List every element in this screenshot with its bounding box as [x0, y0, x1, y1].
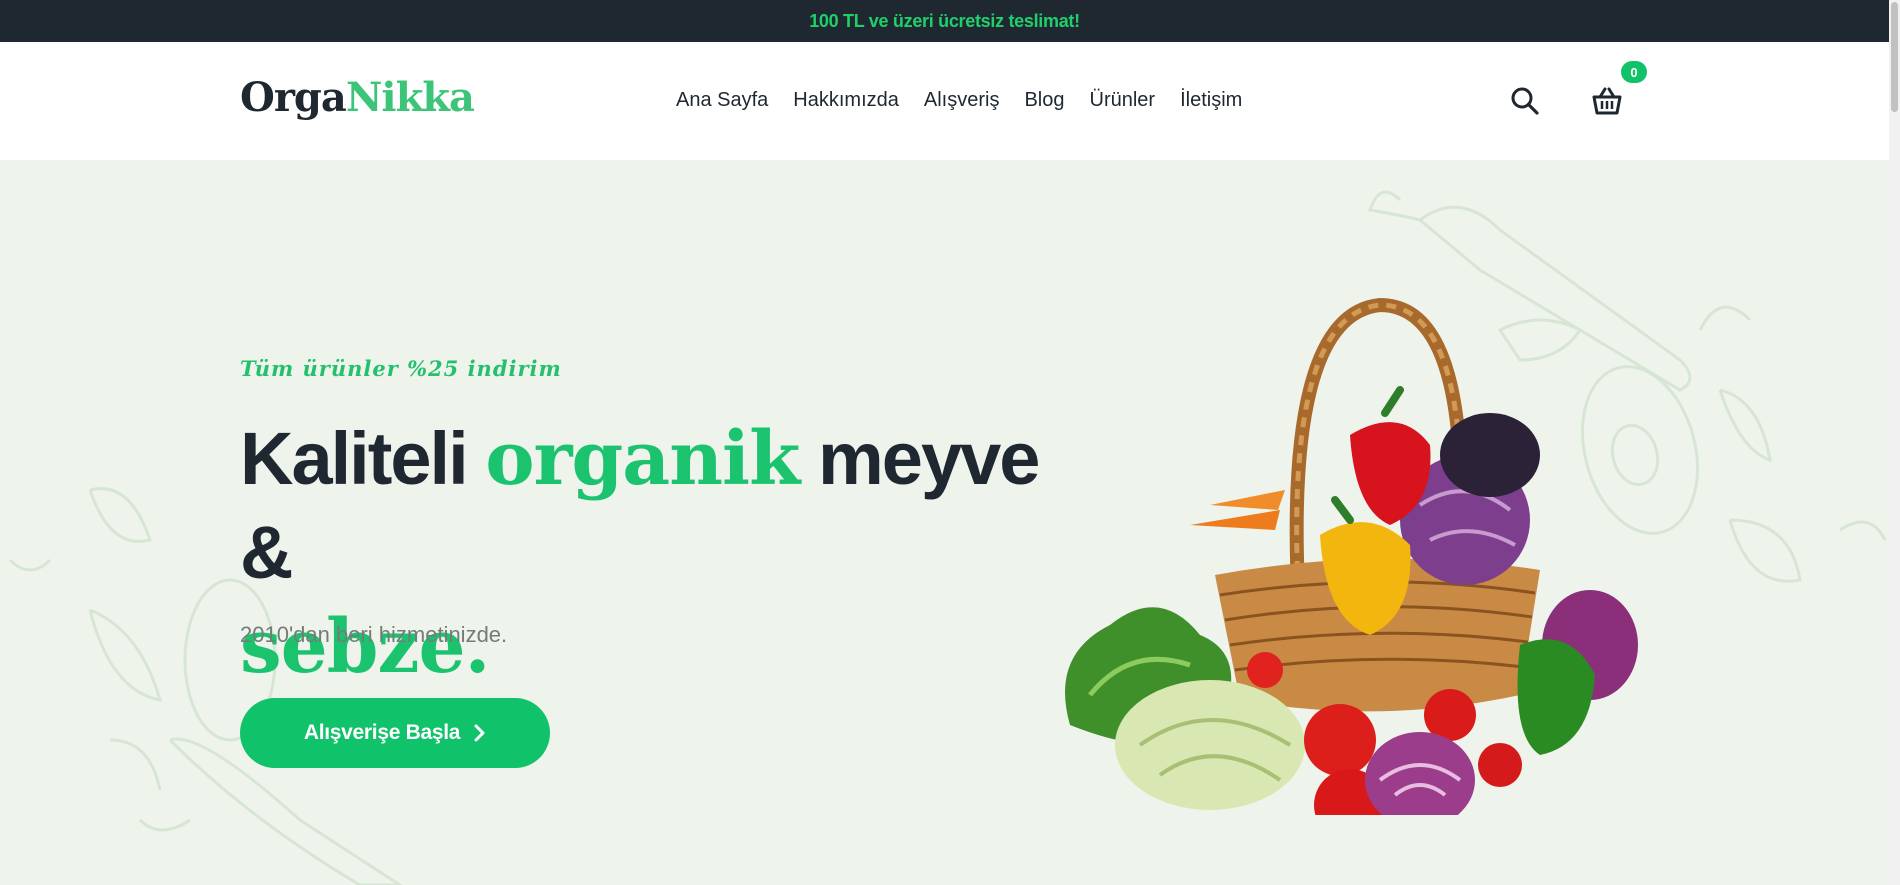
basket-icon [1592, 87, 1622, 115]
scrollbar-thumb[interactable] [1891, 2, 1898, 112]
main-nav: Ana Sayfa Hakkımızda Alışveriş Blog Ürün… [676, 89, 1267, 112]
free-delivery-text: 100 TL ve üzeri ücretsiz teslimat! [809, 10, 1080, 31]
logo-part-2: Nikka [345, 74, 475, 121]
headline-highlight-1: organik [485, 416, 800, 502]
cart-count-badge: 0 [1621, 61, 1647, 83]
logo-part-1: Orga [240, 74, 347, 121]
start-shopping-label: Alışverişe Başla [303, 721, 461, 744]
nav-shop[interactable]: Alışveriş [924, 89, 1000, 112]
hero-subtext: 2010'dan beri hizmetinizde. [240, 622, 508, 647]
nav-home[interactable]: Ana Sayfa [676, 89, 768, 112]
hero-headline: Kaliteli organik meyve & sebze. [240, 412, 1090, 694]
discount-tagline: Tüm ürünler %25 indirim [240, 356, 562, 381]
search-button[interactable] [1510, 86, 1540, 116]
page-scrollbar[interactable] [1889, 0, 1900, 885]
promo-banner: 100 TL ve üzeri ücretsiz teslimat! [0, 0, 1889, 42]
nav-contact[interactable]: İletişim [1180, 89, 1242, 112]
logo[interactable]: OrgaNikka [240, 78, 475, 118]
chevron-right-icon [474, 724, 486, 742]
nav-about[interactable]: Hakkımızda [793, 89, 899, 112]
nav-products[interactable]: Ürünler [1090, 89, 1156, 112]
vegetable-basket-image [1065, 297, 1638, 815]
cart-button[interactable] [1591, 86, 1623, 116]
hero-section: Tüm ürünler %25 indirim Kaliteli organik… [0, 160, 1889, 885]
start-shopping-button[interactable]: Alışverişe Başla [240, 698, 550, 768]
nav-blog[interactable]: Blog [1024, 89, 1064, 112]
site-header: OrgaNikka Ana Sayfa Hakkımızda Alışveriş… [0, 42, 1889, 160]
search-icon [1511, 87, 1539, 115]
headline-text-1: Kaliteli [240, 417, 486, 500]
